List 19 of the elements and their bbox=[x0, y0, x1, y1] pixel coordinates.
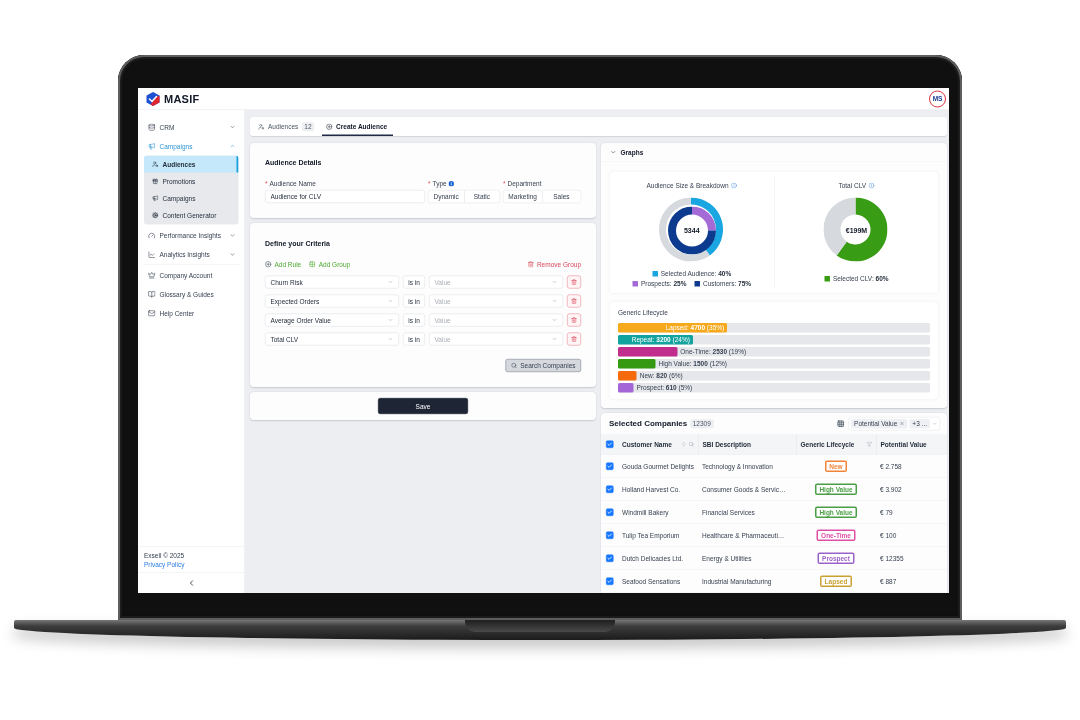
checkbox[interactable] bbox=[605, 440, 614, 448]
donut-chart bbox=[667, 206, 716, 255]
checkbox[interactable] bbox=[605, 554, 614, 562]
checkbox[interactable] bbox=[605, 485, 614, 493]
checkbox[interactable] bbox=[605, 462, 614, 470]
delete-rule-button[interactable] bbox=[567, 294, 581, 308]
delete-rule-button[interactable] bbox=[567, 332, 581, 346]
logo-icon bbox=[146, 91, 160, 107]
donut-chart bbox=[658, 197, 723, 262]
logo-text: MASIF bbox=[164, 92, 200, 106]
section-title: Selected Companies bbox=[609, 419, 688, 428]
donut-slice bbox=[658, 197, 710, 262]
donut-chart bbox=[823, 197, 888, 262]
delete-rule-button[interactable] bbox=[567, 275, 581, 289]
checkbox[interactable] bbox=[605, 577, 614, 585]
delete-rule-button[interactable] bbox=[567, 313, 581, 327]
checkbox[interactable] bbox=[605, 508, 614, 516]
donut-slice bbox=[836, 197, 888, 262]
checkbox[interactable] bbox=[605, 531, 614, 539]
